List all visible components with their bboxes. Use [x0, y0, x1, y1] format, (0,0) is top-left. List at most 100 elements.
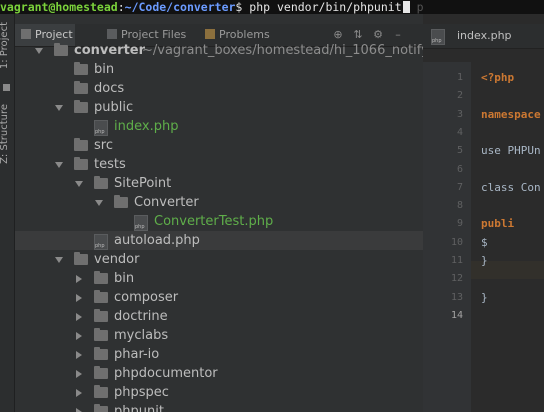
editor-tab-bar: php index.php	[423, 24, 544, 49]
chevron-right-icon[interactable]	[76, 389, 82, 397]
tree-file-row[interactable]: php autoload.php	[15, 231, 423, 250]
tree-folder-row[interactable]: bin	[15, 269, 423, 288]
folder-icon	[74, 62, 88, 75]
hide-icon[interactable]: –	[391, 28, 405, 42]
chevron-down-icon[interactable]	[95, 200, 103, 206]
gear-icon[interactable]: ⚙	[371, 28, 385, 42]
line-number: 14	[450, 309, 463, 321]
tree-folder-row[interactable]: Converter	[15, 193, 423, 212]
terminal-user-host: vagrant@homestead	[0, 0, 118, 14]
tree-file-row[interactable]: php ConverterTest.php	[15, 212, 423, 231]
tree-item-label: ConverterTest.php	[154, 214, 274, 229]
chevron-right-icon[interactable]	[76, 313, 82, 321]
line-number: 10	[450, 236, 463, 248]
tree-item-label: phpspec	[114, 385, 169, 400]
chevron-right-icon[interactable]	[76, 294, 82, 302]
tree-folder-row[interactable]: tests	[15, 155, 423, 174]
tree-item-label: public	[94, 100, 134, 115]
folder-icon	[94, 366, 108, 379]
folder-icon	[94, 404, 108, 412]
tree-folder-row[interactable]: src	[15, 136, 423, 155]
tree-item-label: doctrine	[114, 309, 168, 324]
tree-folder-row[interactable]: vendor	[15, 250, 423, 269]
terminal-command-line[interactable]: vagrant@homestead:~/Code/converter$ php …	[0, 0, 544, 14]
folder-icon	[94, 347, 108, 360]
tree-item-label: SitePoint	[114, 176, 172, 191]
folder-icon	[74, 81, 88, 94]
line-number: 1	[456, 72, 463, 83]
files-icon	[107, 29, 117, 39]
tree-folder-row[interactable]: doctrine	[15, 307, 423, 326]
chevron-down-icon[interactable]	[55, 105, 63, 111]
tree-folder-row[interactable]: docs	[15, 79, 423, 98]
folder-icon	[114, 195, 128, 208]
terminal-trailing-text: p	[416, 0, 424, 14]
locate-icon[interactable]: ⊕	[331, 28, 345, 42]
code-line: namespace	[481, 107, 541, 121]
tree-item-label: docs	[94, 81, 125, 96]
chevron-right-icon[interactable]	[76, 408, 82, 412]
tree-item-label: src	[94, 138, 113, 153]
php-file-icon: php	[431, 29, 445, 45]
tree-item-label: converter	[74, 43, 146, 58]
tree-item-label: myclabs	[114, 328, 169, 343]
code-line: class Con	[481, 180, 541, 194]
chevron-right-icon[interactable]	[76, 351, 82, 359]
collapse-icon[interactable]: ⇅	[351, 28, 365, 42]
line-number: 8	[456, 200, 463, 212]
chevron-down-icon[interactable]	[75, 181, 83, 187]
tree-folder-row[interactable]: phpdocumentor	[15, 364, 423, 383]
tree-item-label: vendor	[94, 252, 140, 267]
tree-folder-row[interactable]: public	[15, 98, 423, 117]
folder-icon	[94, 176, 108, 189]
line-number: 6	[456, 163, 463, 175]
chevron-down-icon[interactable]	[35, 48, 43, 54]
tree-item-label: autoload.php	[114, 233, 200, 248]
tree-folder-row[interactable]: phar-io	[15, 345, 423, 364]
folder-icon	[54, 43, 68, 56]
code-line: }	[481, 254, 488, 267]
line-number: 9	[456, 218, 463, 230]
line-number: 13	[450, 291, 463, 303]
tree-folder-row[interactable]: phpunit	[15, 402, 423, 412]
code-line: use PHPUn	[481, 144, 541, 158]
project-panel: Project Project Files Problems ⊕ ⇅ ⚙ – c…	[15, 14, 423, 412]
chevron-right-icon[interactable]	[76, 275, 82, 283]
tree-folder-row[interactable]: bin	[15, 60, 423, 79]
project-path-hint: ~/vagrant_boxes/homestead/hi_1066_notify…	[142, 43, 423, 58]
editor-panel: php index.php 1 2 3 4 5 6 7 8 9 10 11 12 13 14 <?php n…	[423, 14, 544, 412]
folder-icon	[74, 157, 88, 170]
tree-folder-row[interactable]: converter ~/vagrant_boxes/homestead/hi_10…	[15, 41, 423, 60]
tree-item-label: phpdocumentor	[114, 366, 218, 381]
tree-folder-row[interactable]: myclabs	[15, 326, 423, 345]
code-line: <?php	[481, 71, 515, 84]
chevron-right-icon[interactable]	[76, 332, 82, 340]
tree-file-row[interactable]: php index.php	[15, 117, 423, 136]
tree-folder-row[interactable]: phpspec	[15, 383, 423, 402]
tree-folder-row[interactable]: SitePoint	[15, 174, 423, 193]
project-tool-tab[interactable]: 1: Project	[0, 22, 15, 69]
php-file-icon: php	[134, 215, 148, 231]
tree-folder-row[interactable]: composer	[15, 288, 423, 307]
structure-tool-tab[interactable]: Z: Structure	[0, 104, 15, 164]
php-file-icon: php	[94, 234, 108, 250]
folder-icon	[74, 138, 88, 151]
folder-icon	[94, 328, 108, 341]
terminal-prompt-symbol: $	[235, 0, 243, 14]
tree-item-label: Converter	[134, 195, 199, 210]
tree-item-label: bin	[94, 62, 115, 77]
tree-item-label: index.php	[114, 119, 179, 134]
terminal-path: ~/Code/converter	[124, 0, 236, 14]
php-file-icon: php	[94, 120, 108, 136]
tree-item-label: bin	[114, 271, 135, 286]
folder-icon	[74, 252, 88, 265]
code-line: publi	[481, 217, 515, 231]
line-number: 4	[456, 126, 463, 138]
chevron-right-icon[interactable]	[76, 370, 82, 378]
chevron-down-icon[interactable]	[55, 257, 63, 263]
chevron-down-icon[interactable]	[55, 162, 63, 168]
line-number-gutter: 1 2 3 4 5 6 7 8 9 10 11 12 13 14	[423, 62, 471, 412]
tree-item-label: composer	[114, 290, 179, 305]
tree-item-label: phar-io	[114, 347, 160, 362]
structure-icon	[3, 84, 10, 91]
